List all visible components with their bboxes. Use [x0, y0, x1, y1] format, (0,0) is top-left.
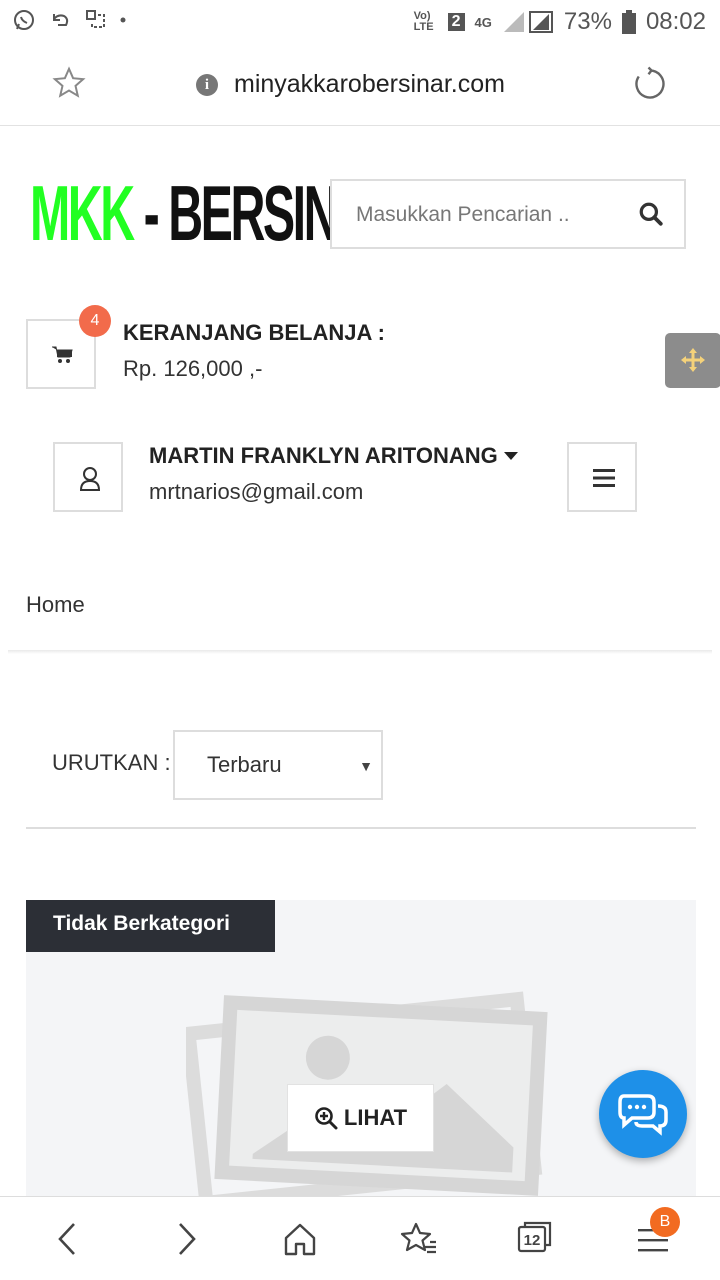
- browser-url-bar: i minyakkarobersinar.com: [0, 44, 720, 126]
- user-email: mrtnarios@gmail.com: [149, 479, 364, 504]
- undo-icon: [53, 14, 69, 26]
- menu-button[interactable]: [567, 442, 637, 512]
- forward-arrow-icon[interactable]: [172, 1221, 200, 1257]
- product-card[interactable]: Tidak Berkategori LIHAT: [26, 900, 696, 1200]
- bookmark-star-icon[interactable]: [52, 66, 86, 100]
- move-arrows-icon: [681, 348, 705, 372]
- select-arrow-icon: ▼: [359, 758, 373, 774]
- view-product-button[interactable]: LIHAT: [287, 1084, 434, 1152]
- cart-icon: [52, 346, 73, 363]
- move-handle-button[interactable]: [665, 333, 720, 388]
- search-box: [330, 179, 686, 249]
- user-icon: [79, 467, 101, 491]
- cart-title: KERANJANG BELANJA :: [123, 320, 385, 345]
- sort-label: URUTKAN :: [52, 750, 171, 775]
- hamburger-icon: [593, 469, 615, 487]
- category-tag[interactable]: Tidak Berkategori: [26, 900, 275, 952]
- bookmarks-icon[interactable]: [400, 1221, 438, 1257]
- search-icon[interactable]: [638, 201, 664, 227]
- sort-select[interactable]: Terbaru ▼: [173, 730, 383, 800]
- chat-button[interactable]: [599, 1070, 687, 1158]
- clock: 08:02: [645, 8, 706, 35]
- tabs-count: 12: [523, 1232, 541, 1249]
- volte-label: Vo) LTE: [413, 10, 434, 33]
- sort-divider: [26, 827, 696, 829]
- sort-selected-value: Terbaru: [207, 752, 282, 777]
- status-bar: Vo) LTE 2 4G 73% 08:02: [0, 0, 720, 44]
- cart-total: Rp. 126,000 ,-: [123, 356, 263, 381]
- zoom-in-icon: [315, 1107, 338, 1130]
- user-account-button[interactable]: [53, 442, 123, 512]
- sync-icon: [86, 10, 105, 28]
- sim-badge: 2: [447, 13, 465, 31]
- browser-bottom-nav: 12: [0, 1196, 720, 1280]
- battery-icon: [621, 10, 636, 34]
- user-name-dropdown[interactable]: MARTIN FRANKLYN ARITONANG: [149, 443, 518, 469]
- chat-bubbles-icon: [618, 1094, 668, 1136]
- battery-percent: 73%: [563, 8, 612, 35]
- logo-text-green: MKK: [30, 168, 135, 257]
- menu-notification-badge: B: [650, 1207, 680, 1237]
- signal-icon: [503, 11, 553, 33]
- dot-icon: [120, 17, 126, 23]
- whatsapp-icon: [14, 10, 34, 30]
- reload-icon[interactable]: [632, 66, 668, 102]
- network-label: 4G: [474, 14, 492, 30]
- site-info-icon[interactable]: i: [196, 74, 218, 96]
- breadcrumb-home[interactable]: Home: [26, 592, 85, 618]
- breadcrumb-divider: [8, 650, 712, 654]
- back-arrow-icon[interactable]: [54, 1221, 82, 1257]
- home-icon[interactable]: [283, 1221, 317, 1257]
- caret-down-icon: [503, 452, 518, 460]
- url-text[interactable]: minyakkarobersinar.com: [234, 70, 505, 99]
- search-input[interactable]: [356, 199, 626, 231]
- cart-count-badge: 4: [79, 305, 111, 337]
- view-product-label: LIHAT: [343, 1105, 408, 1130]
- user-name: MARTIN FRANKLYN ARITONANG: [149, 443, 498, 468]
- tabs-button[interactable]: 12: [517, 1219, 553, 1255]
